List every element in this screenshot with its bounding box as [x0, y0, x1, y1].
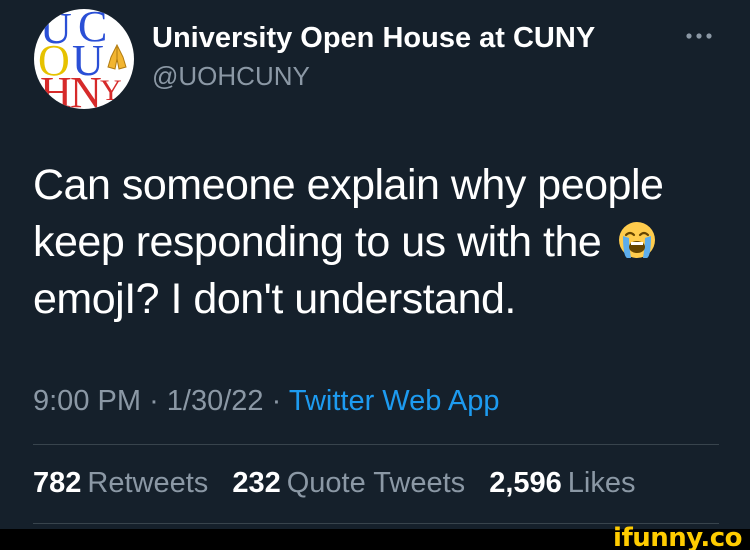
likes-count: 2,596: [489, 467, 562, 499]
tweet-date[interactable]: 1/30/22: [167, 385, 264, 417]
tweet-detail: U C O U H N Y University Open House at C…: [0, 0, 750, 550]
tweet-meta: 9:00 PM · 1/30/22 · Twitter Web App: [33, 385, 499, 418]
retweets-stat[interactable]: 782 Retweets: [33, 467, 208, 499]
quote-tweets-label: Quote Tweets: [286, 467, 466, 499]
loudly-crying-face-emoji-icon: [618, 222, 655, 258]
retweets-count: 782: [33, 467, 82, 499]
quote-tweets-stat[interactable]: 232 Quote Tweets: [232, 467, 465, 499]
tweet-stats: 782 Retweets 232 Quote Tweets 2,596 Likes: [33, 467, 651, 500]
author-avatar[interactable]: U C O U H N Y: [34, 9, 134, 109]
tweet-text-line: keep responding to us with the: [33, 214, 723, 271]
avatar-letter: N: [70, 68, 102, 110]
tweet-text-fragment: keep responding to us with the: [33, 218, 602, 266]
ifunny-watermark: ifunny.co: [613, 523, 742, 550]
divider: [33, 444, 719, 445]
tweet-time[interactable]: 9:00 PM: [33, 385, 141, 417]
tweet-source-link[interactable]: Twitter Web App: [289, 385, 500, 417]
more-horizontal-icon[interactable]: [684, 26, 714, 46]
avatar-letter: Y: [100, 74, 122, 107]
quote-tweets-count: 232: [232, 467, 281, 499]
avatar-letter: H: [40, 68, 72, 110]
meta-separator: ·: [271, 385, 282, 417]
folded-hands-icon: [107, 43, 127, 70]
author-display-name[interactable]: University Open House at CUNY: [152, 22, 595, 55]
retweets-label: Retweets: [87, 467, 209, 499]
likes-label: Likes: [567, 467, 636, 499]
tweet-text-line: Can someone explain why people: [33, 161, 664, 209]
meta-separator: ·: [149, 385, 159, 417]
author-handle[interactable]: @UOHCUNY: [152, 61, 310, 92]
tweet-text: Can someone explain why people keep resp…: [33, 157, 723, 328]
tweet-text-line: emojI? I don't understand.: [33, 275, 516, 323]
likes-stat[interactable]: 2,596 Likes: [489, 467, 635, 499]
